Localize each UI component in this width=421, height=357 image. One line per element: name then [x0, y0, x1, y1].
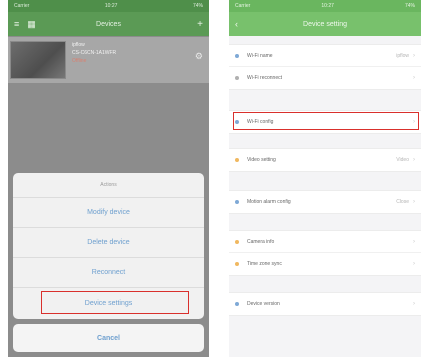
- grid-icon[interactable]: ▦: [27, 19, 36, 30]
- left-status-bar: Carrier 10:27 74%: [8, 0, 209, 12]
- device-thumbnail: [10, 41, 66, 79]
- reconnect-button[interactable]: Reconnect: [13, 258, 204, 288]
- setting-row-time-zone[interactable]: Time zone sync ›: [229, 253, 421, 275]
- setting-row-video[interactable]: Video setting Video ›: [229, 149, 421, 171]
- left-phone-screen: Carrier 10:27 74% ≡ ▦ Devices + ipflow C…: [8, 0, 209, 357]
- wifi-icon: [235, 53, 239, 58]
- device-id: CS-C6CN-1A1WFR: [72, 50, 117, 56]
- setting-row-wifi-reconnect[interactable]: Wi-Fi reconnect ›: [229, 67, 421, 89]
- settings-section: Camera info › Time zone sync ›: [229, 230, 421, 276]
- setting-row-wifi-name[interactable]: Wi-Fi name ipflow ›: [229, 45, 421, 67]
- page-title: Devices: [96, 20, 121, 28]
- setting-label: Camera info: [247, 238, 275, 245]
- setting-label: Video setting: [247, 157, 276, 163]
- chevron-right-icon: ›: [413, 75, 415, 81]
- chevron-right-icon: ›: [413, 238, 415, 245]
- setting-label: Time zone sync: [247, 261, 282, 267]
- setting-row-motion-alarm[interactable]: Motion alarm config Close ›: [229, 191, 421, 213]
- setting-value: Video: [396, 157, 409, 163]
- info-icon: [235, 239, 239, 244]
- chevron-right-icon: ›: [413, 261, 415, 267]
- clock-icon: [235, 262, 239, 266]
- battery-label: 74%: [192, 3, 203, 9]
- page-title: Device setting: [303, 20, 347, 28]
- settings-icon[interactable]: ⚙: [195, 51, 203, 62]
- setting-label: Device version: [247, 301, 280, 307]
- device-info: ipflow CS-C6CN-1A1WFR Offline: [72, 41, 195, 65]
- setting-label: Motion alarm config: [247, 199, 291, 205]
- clock-label: 10:27: [104, 3, 118, 9]
- highlight-box: [41, 291, 189, 314]
- carrier-label: Carrier: [235, 3, 251, 9]
- clock-label: 10:27: [321, 3, 334, 9]
- carrier-label: Carrier: [14, 3, 30, 9]
- cancel-button[interactable]: Cancel: [13, 324, 204, 352]
- device-list-item[interactable]: ipflow CS-C6CN-1A1WFR Offline ⚙: [8, 37, 209, 83]
- settings-section: Motion alarm config Close ›: [229, 190, 421, 214]
- setting-row-device-version[interactable]: Device version ›: [229, 293, 421, 315]
- setting-label: Wi-Fi name: [247, 52, 273, 59]
- device-name: ipflow: [72, 42, 85, 48]
- chevron-right-icon: ›: [413, 52, 415, 59]
- battery-label: 74%: [404, 3, 415, 9]
- right-status-bar: Carrier 10:27 74%: [229, 0, 421, 12]
- left-title-bar: ≡ ▦ Devices +: [8, 12, 209, 36]
- chevron-right-icon: ›: [413, 157, 415, 163]
- settings-section: Device version ›: [229, 292, 421, 316]
- right-phone-screen: Carrier 10:27 74% ‹ Device setting Wi-Fi…: [229, 0, 421, 357]
- right-title-bar: ‹ Device setting: [229, 12, 421, 36]
- settings-section: Wi-Fi name ipflow › Wi-Fi reconnect ›: [229, 44, 421, 90]
- setting-label: Wi-Fi reconnect: [247, 75, 283, 81]
- setting-value: Close: [396, 199, 409, 205]
- chevron-right-icon: ›: [413, 301, 415, 307]
- reconnect-icon: [235, 76, 239, 80]
- settings-section: Video setting Video ›: [229, 148, 421, 172]
- menu-icon[interactable]: ≡: [14, 19, 19, 30]
- delete-device-button[interactable]: Delete device: [13, 228, 204, 258]
- setting-row-camera-info[interactable]: Camera info ›: [229, 231, 421, 253]
- setting-value: ipflow: [396, 52, 409, 59]
- highlight-box: [233, 112, 419, 130]
- motion-icon: [235, 200, 239, 204]
- chevron-right-icon: ›: [413, 199, 415, 205]
- action-sheet-header: Actions: [13, 173, 204, 198]
- version-icon: [235, 302, 239, 306]
- modify-device-button[interactable]: Modify device: [13, 198, 204, 228]
- device-state: Offline: [72, 58, 87, 64]
- video-icon: [235, 158, 239, 162]
- add-icon[interactable]: +: [197, 19, 203, 30]
